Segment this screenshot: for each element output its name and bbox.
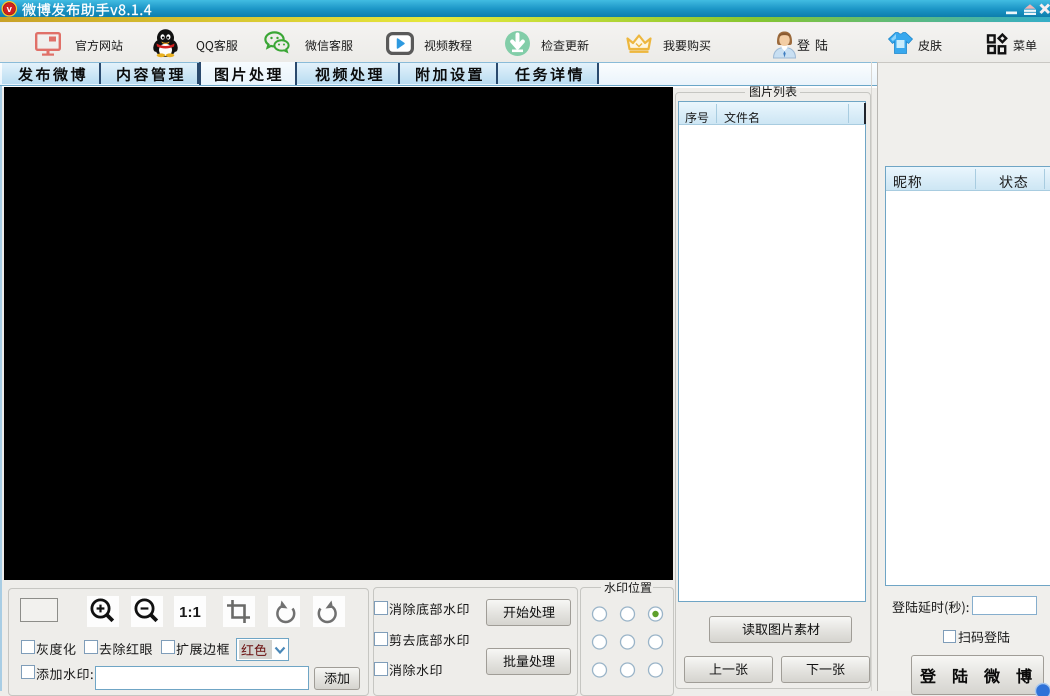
svg-text:1:1: 1:1 [179, 604, 201, 621]
svg-text:v: v [7, 4, 13, 15]
